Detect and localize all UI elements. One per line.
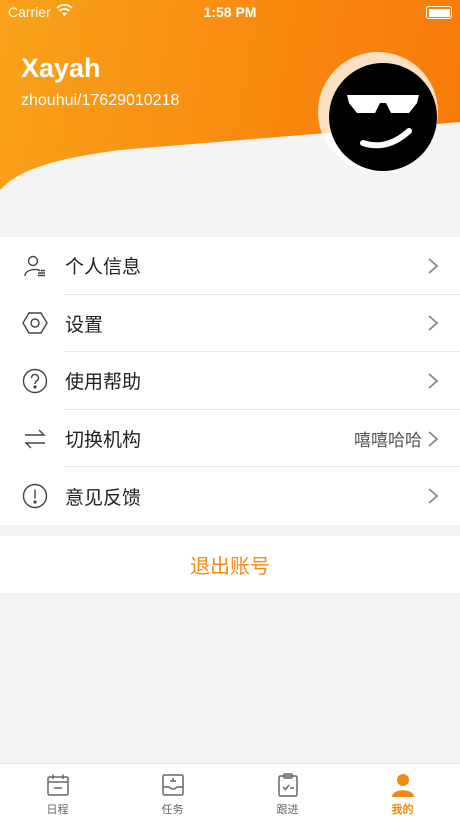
user-profile-icon [391, 774, 414, 797]
tab-label: 跟进 [276, 804, 299, 816]
tab-label: 任务 [161, 804, 184, 816]
tab-label: 我的 [391, 804, 414, 816]
feedback-exclamation-icon [22, 483, 48, 509]
menu-item-feedback[interactable]: 意见反馈 [0, 467, 460, 525]
tab-schedule[interactable]: 日程 [0, 764, 115, 819]
menu-item-label: 设置 [65, 314, 104, 336]
menu-item-switch-organization[interactable]: 切换机构 嘻嘻哈哈 [0, 410, 460, 468]
menu-item-personal-info[interactable]: 个人信息 [0, 237, 460, 295]
menu-item-label: 切换机构 [65, 430, 142, 452]
tab-mine[interactable]: 我的 [345, 764, 460, 819]
bottom-tab-bar: 日程 任务 跟进 我的 [0, 763, 460, 819]
clipboard-check-icon [277, 773, 298, 797]
task-tray-icon [161, 774, 184, 796]
user-account: zhouhui/17629010218 [21, 92, 180, 109]
tab-tasks[interactable]: 任务 [115, 764, 230, 819]
menu-item-label: 个人信息 [65, 257, 142, 279]
chevron-right-icon [428, 315, 439, 332]
menu-item-label: 意见反馈 [65, 487, 142, 509]
person-info-icon [22, 253, 48, 279]
help-question-icon [22, 368, 48, 394]
current-organization: 嘻嘻哈哈 [354, 431, 422, 451]
menu-item-help[interactable]: 使用帮助 [0, 352, 460, 410]
status-bar: Carrier 1:58 PM [0, 0, 460, 24]
logout-button[interactable]: 退出账号 [0, 536, 460, 593]
user-name: Xayah [21, 53, 101, 83]
tab-label: 日程 [46, 804, 69, 816]
menu-item-label: 使用帮助 [65, 372, 142, 394]
avatar[interactable] [329, 63, 437, 171]
chevron-right-icon [428, 430, 439, 447]
tab-follow-up[interactable]: 跟进 [230, 764, 345, 819]
battery-icon [426, 6, 452, 19]
menu-item-settings[interactable]: 设置 [0, 295, 460, 353]
status-time: 1:58 PM [203, 4, 257, 20]
chevron-right-icon [428, 258, 439, 274]
chevron-right-icon [428, 488, 439, 504]
chevron-right-icon [428, 373, 439, 389]
settings-menu: 个人信息 设置 使用帮助 切换机构 嘻嘻哈哈 意见反馈 [0, 237, 460, 525]
calendar-icon [46, 774, 69, 796]
switch-arrows-icon [22, 426, 48, 452]
settings-hexagon-icon [22, 310, 48, 336]
